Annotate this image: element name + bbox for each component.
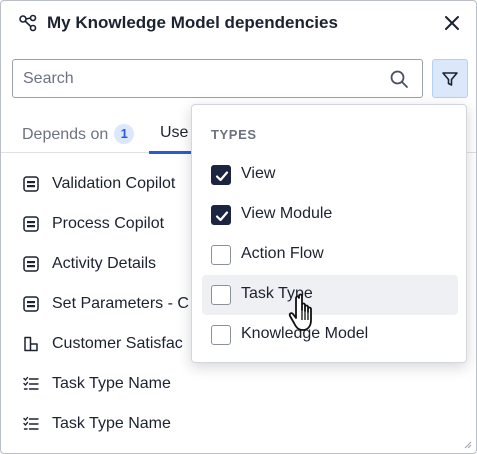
check-icon <box>215 171 229 182</box>
checklist-icon <box>23 416 39 432</box>
filter-option-view[interactable]: View <box>202 155 458 195</box>
dropdown-heading: TYPES <box>211 127 257 142</box>
close-button[interactable] <box>441 12 463 34</box>
option-label: Task Type <box>241 285 313 302</box>
checkbox[interactable] <box>211 165 231 185</box>
form-icon <box>23 176 39 192</box>
type-filter-dropdown: TYPES View View Module Action Flow Task … <box>191 104 467 363</box>
list-item-label: Process Copilot <box>52 215 165 232</box>
list-item-label: Customer Satisfac <box>52 335 183 352</box>
checkbox[interactable] <box>211 325 231 345</box>
option-label: Action Flow <box>241 245 324 262</box>
list-item-label: Set Parameters - C <box>52 295 189 312</box>
filter-icon <box>442 71 458 86</box>
form-icon <box>23 296 39 312</box>
option-label: View Module <box>241 205 333 222</box>
form-icon <box>23 216 39 232</box>
list-item[interactable]: Task Type Name <box>1 405 476 445</box>
tab-count-badge: 1 <box>114 124 135 144</box>
dependencies-icon <box>18 13 38 33</box>
list-item-label: Validation Copilot <box>52 175 176 192</box>
list-item[interactable]: Task Type Name <box>1 365 476 405</box>
panel-header: My Knowledge Model dependencies <box>1 1 476 47</box>
checkbox[interactable] <box>211 205 231 225</box>
filter-option-knowledge-model[interactable]: Knowledge Model <box>202 315 458 355</box>
resize-handle-icon[interactable] <box>464 441 472 449</box>
dependencies-panel: My Knowledge Model dependencies Depends … <box>0 0 477 454</box>
filter-option-action-flow[interactable]: Action Flow <box>202 235 458 275</box>
form-icon <box>23 256 39 272</box>
search-box <box>12 59 423 98</box>
checklist-icon <box>23 376 39 392</box>
active-tab-indicator <box>149 151 197 154</box>
tab-depends-on[interactable]: Depends on 1 <box>22 124 135 144</box>
tab-used-by[interactable]: Use <box>160 124 188 142</box>
search-icon[interactable] <box>389 69 409 89</box>
option-label: View <box>241 165 276 182</box>
layout-icon <box>23 336 39 352</box>
panel-title: My Knowledge Model dependencies <box>47 13 338 32</box>
list-item-label: Task Type Name <box>52 415 171 432</box>
close-icon <box>445 16 459 30</box>
filter-option-view-module[interactable]: View Module <box>202 195 458 235</box>
checkbox[interactable] <box>211 285 231 305</box>
tab-depends-on-label: Depends on <box>22 126 109 143</box>
search-input[interactable] <box>21 60 381 97</box>
list-item-label: Activity Details <box>52 255 157 272</box>
filter-option-task-type[interactable]: Task Type <box>202 275 458 315</box>
check-icon <box>215 211 229 222</box>
option-label: Knowledge Model <box>241 325 369 342</box>
checkbox[interactable] <box>211 245 231 265</box>
list-item-label: Task Type Name <box>52 375 171 392</box>
filter-button[interactable] <box>432 59 468 98</box>
